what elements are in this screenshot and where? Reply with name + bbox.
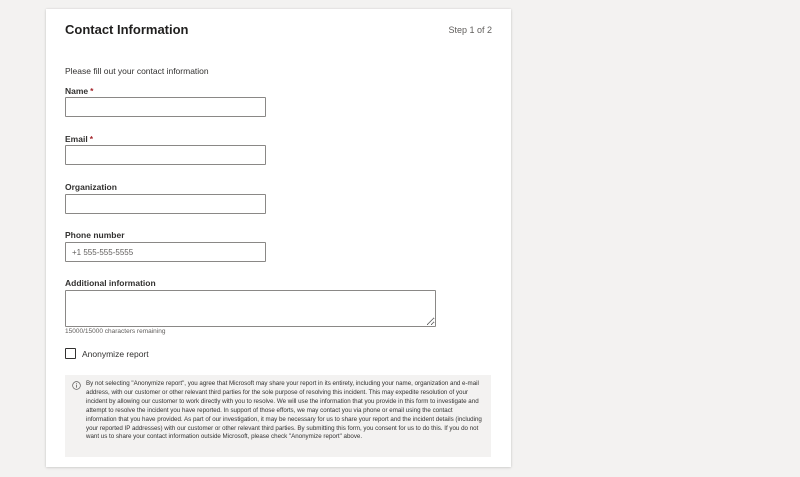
organization-label-text: Organization: [65, 182, 117, 192]
additional-info-textarea[interactable]: [65, 290, 436, 327]
email-label: Email *: [65, 134, 93, 144]
phone-label: Phone number: [65, 230, 125, 240]
character-counter: 15000/15000 characters remaining: [65, 328, 166, 335]
form-intro: Please fill out your contact information: [65, 66, 209, 76]
additional-info-label-text: Additional information: [65, 278, 156, 288]
phone-label-text: Phone number: [65, 230, 125, 240]
step-indicator: Step 1 of 2: [448, 25, 492, 35]
email-label-text: Email: [65, 134, 88, 144]
email-input[interactable]: [65, 145, 266, 165]
name-input[interactable]: [65, 97, 266, 117]
required-marker: *: [90, 86, 94, 96]
contact-info-card: Contact Information Step 1 of 2 Please f…: [46, 9, 511, 467]
name-label-text: Name: [65, 86, 89, 96]
phone-input[interactable]: [65, 242, 266, 262]
anonymize-checkbox[interactable]: [65, 348, 76, 359]
privacy-notice: By not selecting "Anonymize report", you…: [65, 375, 491, 457]
anonymize-label[interactable]: Anonymize report: [82, 349, 149, 359]
organization-input[interactable]: [65, 194, 266, 214]
required-marker: *: [89, 134, 93, 144]
organization-label: Organization: [65, 182, 117, 192]
anonymize-row[interactable]: Anonymize report: [65, 348, 149, 359]
info-icon: [72, 381, 81, 390]
page-title: Contact Information: [65, 22, 189, 37]
name-label: Name *: [65, 86, 93, 96]
additional-info-label: Additional information: [65, 278, 156, 288]
notice-text: By not selecting "Anonymize report", you…: [86, 380, 482, 441]
